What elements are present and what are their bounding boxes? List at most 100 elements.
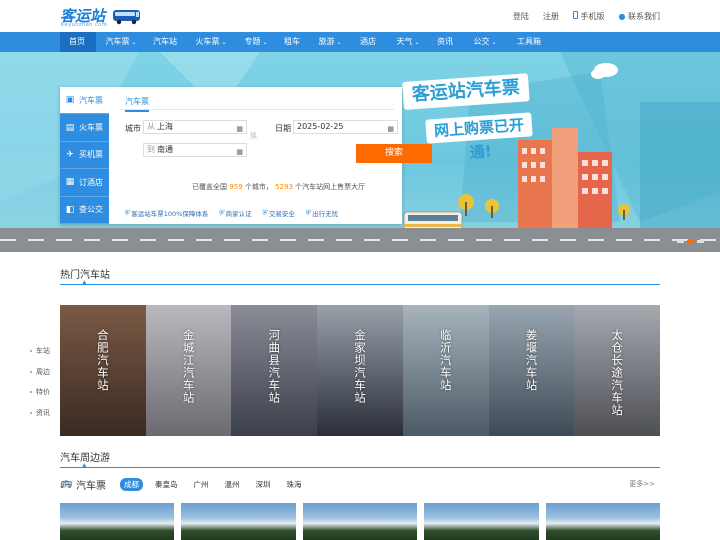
station-name-wrap: 河曲县汽车站 <box>231 329 317 404</box>
bullet-icon <box>30 350 32 353</box>
station-name-wrap: 姜堰汽车站 <box>489 329 575 392</box>
carousel-dot[interactable] <box>697 240 704 243</box>
swap-cities-button[interactable]: 换 <box>250 131 257 141</box>
side-tab[interactable]: ▦ 订酒店 <box>60 169 109 197</box>
tour-city-tab[interactable]: 成都 <box>120 478 143 491</box>
guarantee-label: 出行无忧 <box>312 210 339 218</box>
date-label: 日期 <box>275 124 291 133</box>
main-nav-items: 首页 汽车票 ⌄ 汽车站 火车票 ⌄ 专题 ⌄ 租车 旅游 ⌄ 酒店 天气 ⌄ 资讯 公交 ⌄ 工具箱 <box>60 32 660 52</box>
tour-thumbnail[interactable] <box>181 503 296 540</box>
side-tab-label: 查公交 <box>79 205 103 215</box>
station-card[interactable]: 河曲县汽车站 <box>231 305 318 436</box>
side-tab[interactable]: ◧ 查公交 <box>60 197 109 224</box>
user-icon: ● <box>618 12 626 21</box>
side-tab-label: 汽车票 <box>79 95 103 105</box>
tour-thumbnail[interactable] <box>302 503 418 540</box>
nav-item-label: 公交 <box>473 37 490 46</box>
tour-city-tab[interactable]: 珠海 <box>283 478 306 491</box>
tour-thumbnail[interactable] <box>545 503 661 540</box>
stat-station-count: 5293 <box>275 183 293 191</box>
nav-item-label: 租车 <box>284 37 300 46</box>
nav-item[interactable]: 汽车票 ⌄ <box>96 32 146 52</box>
guarantee-badges: ⛨ 客运站车票100%保障体系 ⛨ 商家认证 ⛨ 交易安全 ⛨ 出行无忧 <box>124 208 339 219</box>
nav-item[interactable]: 租车 <box>276 32 310 52</box>
tour-city-tab[interactable]: 广州 <box>190 478 213 491</box>
station-card[interactable]: 金家坝汽车站 <box>317 305 403 436</box>
bus-stop-icon: ◧ <box>65 204 75 215</box>
more-link[interactable]: 更多>> <box>629 479 655 489</box>
chevron-down-icon: ⌄ <box>131 39 137 46</box>
tour-row-title: 汽车票 <box>76 481 106 492</box>
station-name: 河曲县汽车站 <box>267 329 282 404</box>
carousel-dot-active[interactable] <box>687 240 694 243</box>
floating-nav-item[interactable]: 特价 <box>30 382 50 403</box>
floating-nav-item[interactable]: 周边 <box>30 362 50 383</box>
mobile-link[interactable]: 手机版 <box>572 11 604 22</box>
carousel-dot[interactable] <box>677 240 684 243</box>
nav-item[interactable]: 工具箱 <box>506 32 554 52</box>
nav-item[interactable]: 专题 ⌄ <box>236 32 276 52</box>
guarantee-label: 交易安全 <box>268 210 295 218</box>
shield-icon: ⛨ <box>218 208 224 217</box>
nav-item[interactable]: 酒店 <box>350 32 388 52</box>
station-card[interactable]: 临沂汽车站 <box>402 305 489 436</box>
side-tab[interactable]: ▤ 火车票 <box>60 114 109 142</box>
from-prefix: 从 <box>147 122 155 131</box>
station-name: 合肥汽车站 <box>95 329 110 392</box>
station-name: 姜堰汽车站 <box>524 329 539 392</box>
guarantee-label: 商家认证 <box>225 210 252 218</box>
nav-item-label: 汽车票 <box>105 37 130 46</box>
logo-subtitle: Keyunzhan.com <box>61 22 108 28</box>
tour-city-tab[interactable]: 温州 <box>221 478 244 491</box>
guarantee-badge: ⛨ 交易安全 <box>262 208 295 219</box>
site-logo[interactable]: 客运站 Keyunzhan.com <box>60 5 142 29</box>
station-card[interactable]: 姜堰汽车站 <box>488 305 575 436</box>
carousel-dots <box>677 240 704 243</box>
side-tab[interactable]: ▣ 汽车票 <box>60 87 109 115</box>
guarantee-badge: ⛨ 客运站车票100%保障体系 <box>124 208 208 219</box>
bus-logo-icon <box>113 10 140 25</box>
side-tab-label: 订酒店 <box>79 177 103 187</box>
floating-nav-item[interactable]: 车站 <box>30 341 50 362</box>
nav-item[interactable]: 汽车站 <box>146 32 186 52</box>
shield-icon: ⛨ <box>304 208 311 217</box>
contact-link[interactable]: ● 联系我们 <box>618 11 660 22</box>
tour-city-tab[interactable]: 秦皇岛 <box>151 478 182 491</box>
section-divider <box>60 284 660 285</box>
tour-city-tab[interactable]: 深圳 <box>252 478 275 491</box>
nav-item[interactable]: 资讯 <box>428 32 464 52</box>
side-tab[interactable]: ✈ 买机票 <box>60 142 109 170</box>
nav-item[interactable]: 天气 ⌄ <box>388 32 428 52</box>
tour-thumbnail[interactable] <box>60 503 175 540</box>
floating-nav-label: 特价 <box>36 388 50 397</box>
floating-nav-label: 车站 <box>36 347 50 356</box>
stat-prefix: 已覆盖全国 <box>192 183 227 191</box>
to-city-input[interactable]: 到南通 ▦ <box>143 143 247 157</box>
from-city-value: 上海 <box>157 122 173 131</box>
tour-thumbnail[interactable] <box>424 503 539 540</box>
plane-icon: ✈ <box>66 149 74 160</box>
floating-nav-item[interactable]: 资讯 <box>30 403 50 424</box>
nav-item-label: 火车票 <box>195 37 220 46</box>
tour-city-tabs: 成都 秦皇岛 广州 温州 深圳 珠海 <box>120 478 306 491</box>
nav-item[interactable]: 旅游 ⌄ <box>310 32 350 52</box>
station-card[interactable]: 合肥汽车站 <box>60 305 146 436</box>
side-tab-label: 火车票 <box>79 123 103 133</box>
register-link[interactable]: 注册 <box>543 11 559 22</box>
chevron-down-icon: ⌄ <box>262 39 268 46</box>
stat-mid: 个城市， <box>244 183 273 191</box>
nav-item[interactable]: 公交 ⌄ <box>464 32 506 52</box>
station-card[interactable]: 金城江汽车站 <box>145 305 232 436</box>
calendar-icon: ▦ <box>387 125 394 133</box>
nav-item-label: 专题 <box>244 37 261 46</box>
date-input[interactable]: 2025-02-25 ▦ <box>293 120 398 134</box>
from-city-input[interactable]: 从上海 ▦ <box>143 120 247 134</box>
station-card[interactable]: 太仓长途汽车站 <box>574 305 661 436</box>
search-button[interactable]: 搜索 <box>356 144 432 163</box>
stat-city-count: 959 <box>229 183 243 191</box>
nav-item[interactable]: 首页 <box>60 32 96 52</box>
bus-icon: ▣ <box>65 95 75 106</box>
nav-item[interactable]: 火车票 ⌄ <box>186 32 236 52</box>
to-prefix: 到 <box>147 145 155 154</box>
login-link[interactable]: 登陆 <box>513 11 529 22</box>
